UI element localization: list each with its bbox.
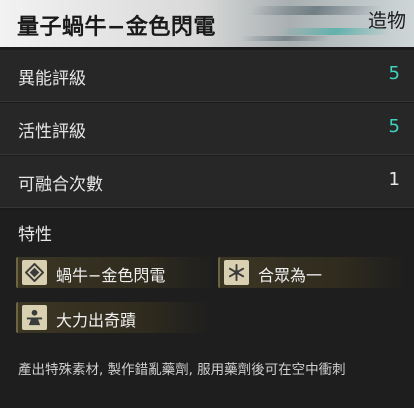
figure-icon	[22, 305, 47, 330]
trait-unity[interactable]: 合眾為一	[218, 257, 406, 288]
stat-row-fusion-count: 可融合次數 1	[0, 156, 414, 208]
snowflake-icon	[224, 260, 249, 285]
stat-row-activity-rating: 活性評級 5	[0, 103, 414, 155]
trait-label: 大力出奇蹟	[56, 311, 137, 330]
traits-section: 特性 蝸牛−金色閃電 合眾為一 大力出奇蹟 產出特殊素材, 製作錯亂藥劑, 服用…	[0, 210, 414, 408]
stat-value: 5	[388, 63, 400, 84]
item-category: 造物	[367, 10, 406, 32]
stat-value: 1	[388, 169, 400, 190]
header-decoration	[247, 6, 383, 15]
trait-label: 蝸牛−金色閃電	[56, 266, 166, 285]
stat-label: 異能評級	[18, 69, 86, 89]
stat-row-ability-rating: 異能評級 5	[0, 50, 414, 102]
diamond-icon	[22, 260, 47, 285]
item-header: 量子蝸牛−金色閃電 造物	[0, 0, 414, 47]
header-decoration	[238, 36, 332, 41]
trait-label: 合眾為一	[258, 266, 323, 285]
traits-section-title: 特性	[18, 225, 52, 245]
trait-snail-golden-lightning[interactable]: 蝸牛−金色閃電	[16, 257, 216, 288]
trait-miracle-of-strength[interactable]: 大力出奇蹟	[16, 302, 211, 333]
item-title: 量子蝸牛−金色閃電	[17, 15, 216, 40]
item-description: 產出特殊素材, 製作錯亂藥劑, 服用藥劑後可在空中衝刺	[18, 362, 346, 378]
stat-label: 可融合次數	[18, 175, 103, 195]
stat-value: 5	[388, 116, 400, 137]
stat-label: 活性評級	[18, 122, 86, 142]
